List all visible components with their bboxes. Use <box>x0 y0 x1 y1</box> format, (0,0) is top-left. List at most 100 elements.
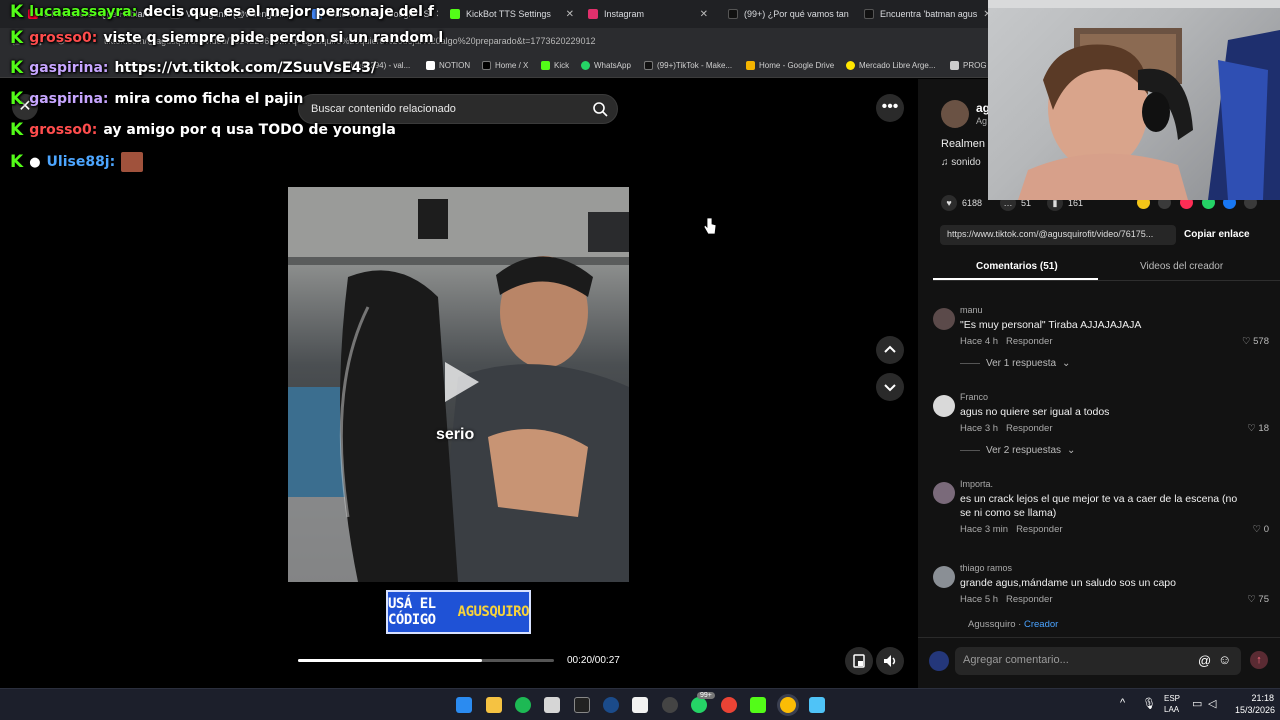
bookmark[interactable]: WhatsApp <box>581 61 631 70</box>
file-explorer-icon[interactable] <box>486 697 502 713</box>
video-link-field[interactable]: https://www.tiktok.com/@agusquirofit/vid… <box>940 225 1176 245</box>
keyboard-layout[interactable]: LAA <box>1164 705 1179 714</box>
tab-comments[interactable]: Comentarios (51) <box>976 261 1058 272</box>
play-icon[interactable] <box>441 360 481 404</box>
whatsapp-icon[interactable] <box>691 697 707 713</box>
commenter-avatar[interactable] <box>933 566 955 588</box>
whatsapp-icon <box>581 61 590 70</box>
like-button[interactable]: ♥ 6188 <box>941 195 982 211</box>
bookmark[interactable]: Kick <box>541 61 569 70</box>
steam-icon[interactable] <box>603 697 619 713</box>
tiktok-icon <box>864 9 874 19</box>
comment-meta: Hace 3 min Responder <box>960 524 1063 535</box>
tiktok-icon <box>644 61 653 70</box>
bookmark[interactable]: NOTION <box>426 61 470 70</box>
commenter-avatar[interactable] <box>933 482 955 504</box>
creator-reply-preview[interactable]: Agussquiro · Creador <box>968 619 1058 630</box>
microphone-icon[interactable]: 🎙 <box>1142 697 1156 710</box>
reply-button[interactable]: Responder <box>1006 423 1052 434</box>
store-icon[interactable] <box>544 697 560 713</box>
commenter-name[interactable]: manu <box>960 305 983 315</box>
video-progress-bar[interactable] <box>298 659 554 662</box>
capcut-icon[interactable] <box>632 697 648 713</box>
notepad-icon[interactable] <box>809 697 825 713</box>
keyboard-language[interactable]: ESP <box>1164 694 1180 703</box>
previous-video-button[interactable] <box>876 336 904 364</box>
bookmark[interactable]: Home - Google Drive <box>746 61 834 70</box>
mini-player-button[interactable] <box>845 647 873 675</box>
commenter-avatar[interactable] <box>933 395 955 417</box>
start-menu-icon[interactable] <box>456 697 472 713</box>
tab-creator-videos[interactable]: Videos del creador <box>1140 261 1223 272</box>
volume-button[interactable] <box>876 647 904 675</box>
kick-icon <box>450 9 460 19</box>
chat-message: Klucaaassayra: decis que es el mejor pers… <box>10 0 434 24</box>
commenter-avatar[interactable] <box>933 308 955 330</box>
chrome-icon[interactable] <box>721 697 737 713</box>
bookmark-folder[interactable]: PROG <box>950 61 987 70</box>
chevron-up-icon <box>884 345 896 353</box>
comment-likes[interactable]: ♡ 75 <box>1247 594 1269 605</box>
bookmark[interactable]: Home / X <box>482 61 528 70</box>
comment-likes[interactable]: ♡ 578 <box>1242 336 1269 347</box>
comment-item: Importa. es un crack lejos el que mejor … <box>933 479 1273 539</box>
kick-icon[interactable] <box>750 697 766 713</box>
commenter-name[interactable]: thiago ramos <box>960 563 1012 573</box>
emoji-icon[interactable]: ☺ <box>1218 652 1231 667</box>
google-drive-icon <box>746 61 755 70</box>
clock-time[interactable]: 21:18 <box>1244 693 1274 703</box>
browser-tab[interactable]: Instagram ✕ <box>580 0 716 28</box>
network-icon[interactable]: ▭ <box>1192 697 1202 710</box>
commenter-name[interactable]: Franco <box>960 392 988 402</box>
kick-badge-icon: K <box>10 58 24 78</box>
chevron-down-icon: ⌄ <box>1067 445 1076 456</box>
comment-text: grande agus,mándame un saludo sos un cap… <box>960 577 1176 589</box>
obs-icon[interactable] <box>662 697 678 713</box>
comment-likes[interactable]: ♡ 0 <box>1253 524 1269 535</box>
windows-taskbar: 99+ ^ 🎙 <box>0 688 1280 720</box>
view-replies-button[interactable]: Ver 1 respuesta ⌄ <box>960 358 1070 369</box>
speaker-icon[interactable]: ◁ <box>1208 697 1216 710</box>
emote-image <box>121 152 144 172</box>
reply-button[interactable]: Responder <box>1006 336 1052 347</box>
chat-text: https://vt.tiktok.com/ZSuuVsE43/ <box>114 60 377 76</box>
next-video-button[interactable] <box>876 373 904 401</box>
more-options-icon[interactable]: ••• <box>876 94 904 122</box>
close-tab-icon[interactable]: ✕ <box>566 9 574 20</box>
commenter-name[interactable]: Importa. <box>960 479 993 489</box>
sound-link[interactable]: ♫ sonido <box>941 157 981 168</box>
bookmark[interactable]: (99+)TikTok - Make... <box>644 61 732 70</box>
tiktok-icon <box>728 9 738 19</box>
view-replies-button[interactable]: Ver 2 respuestas ⌄ <box>960 445 1075 456</box>
clock-date[interactable]: 15/3/2026 <box>1227 705 1275 715</box>
promo-prefix: USÁ EL CÓDIGO <box>388 596 436 628</box>
browser-tab[interactable]: Encuentra 'batman agus ✕ <box>856 0 988 28</box>
comment-text: agus no quiere ser igual a todos <box>960 406 1110 418</box>
reply-button[interactable]: Responder <box>1006 594 1052 605</box>
spotify-icon[interactable] <box>515 697 531 713</box>
close-tab-icon[interactable]: ✕ <box>436 9 438 20</box>
hand-cursor-icon <box>703 217 717 235</box>
video-caption: serio <box>436 426 475 443</box>
search-icon[interactable] <box>591 100 609 118</box>
kick-badge-icon: K <box>10 152 24 172</box>
reply-button[interactable]: Responder <box>1016 524 1062 535</box>
chat-message: Kgrosso0: viste q siempre pide perdon si … <box>10 26 443 50</box>
tray-chevron-icon[interactable]: ^ <box>1120 697 1125 709</box>
mention-icon[interactable]: @ <box>1198 653 1211 668</box>
browser-tab[interactable]: KickBot TTS Settings ✕ <box>442 0 582 28</box>
kick-badge-icon: K <box>10 2 24 22</box>
copy-link-button[interactable]: Copiar enlace <box>1184 229 1250 240</box>
close-tab-icon[interactable]: ✕ <box>700 9 708 20</box>
author-avatar[interactable] <box>941 100 969 128</box>
send-comment-button[interactable]: ↑ <box>1250 651 1268 669</box>
comment-likes[interactable]: ♡ 18 <box>1247 423 1269 434</box>
bookmark[interactable]: Mercado Libre Arge... <box>846 61 935 70</box>
app-icon[interactable] <box>574 697 590 713</box>
browser-tab[interactable]: (99+) ¿Por qué vamos tan✕ <box>720 0 854 28</box>
chat-text: viste q siempre pide perdon si un random… <box>103 30 444 46</box>
search-placeholder: Buscar contenido relacionado <box>311 103 456 115</box>
video-time: 00:20/00:27 <box>567 655 620 666</box>
video-progress-fill <box>298 659 483 662</box>
chrome-active-icon[interactable] <box>780 697 796 713</box>
